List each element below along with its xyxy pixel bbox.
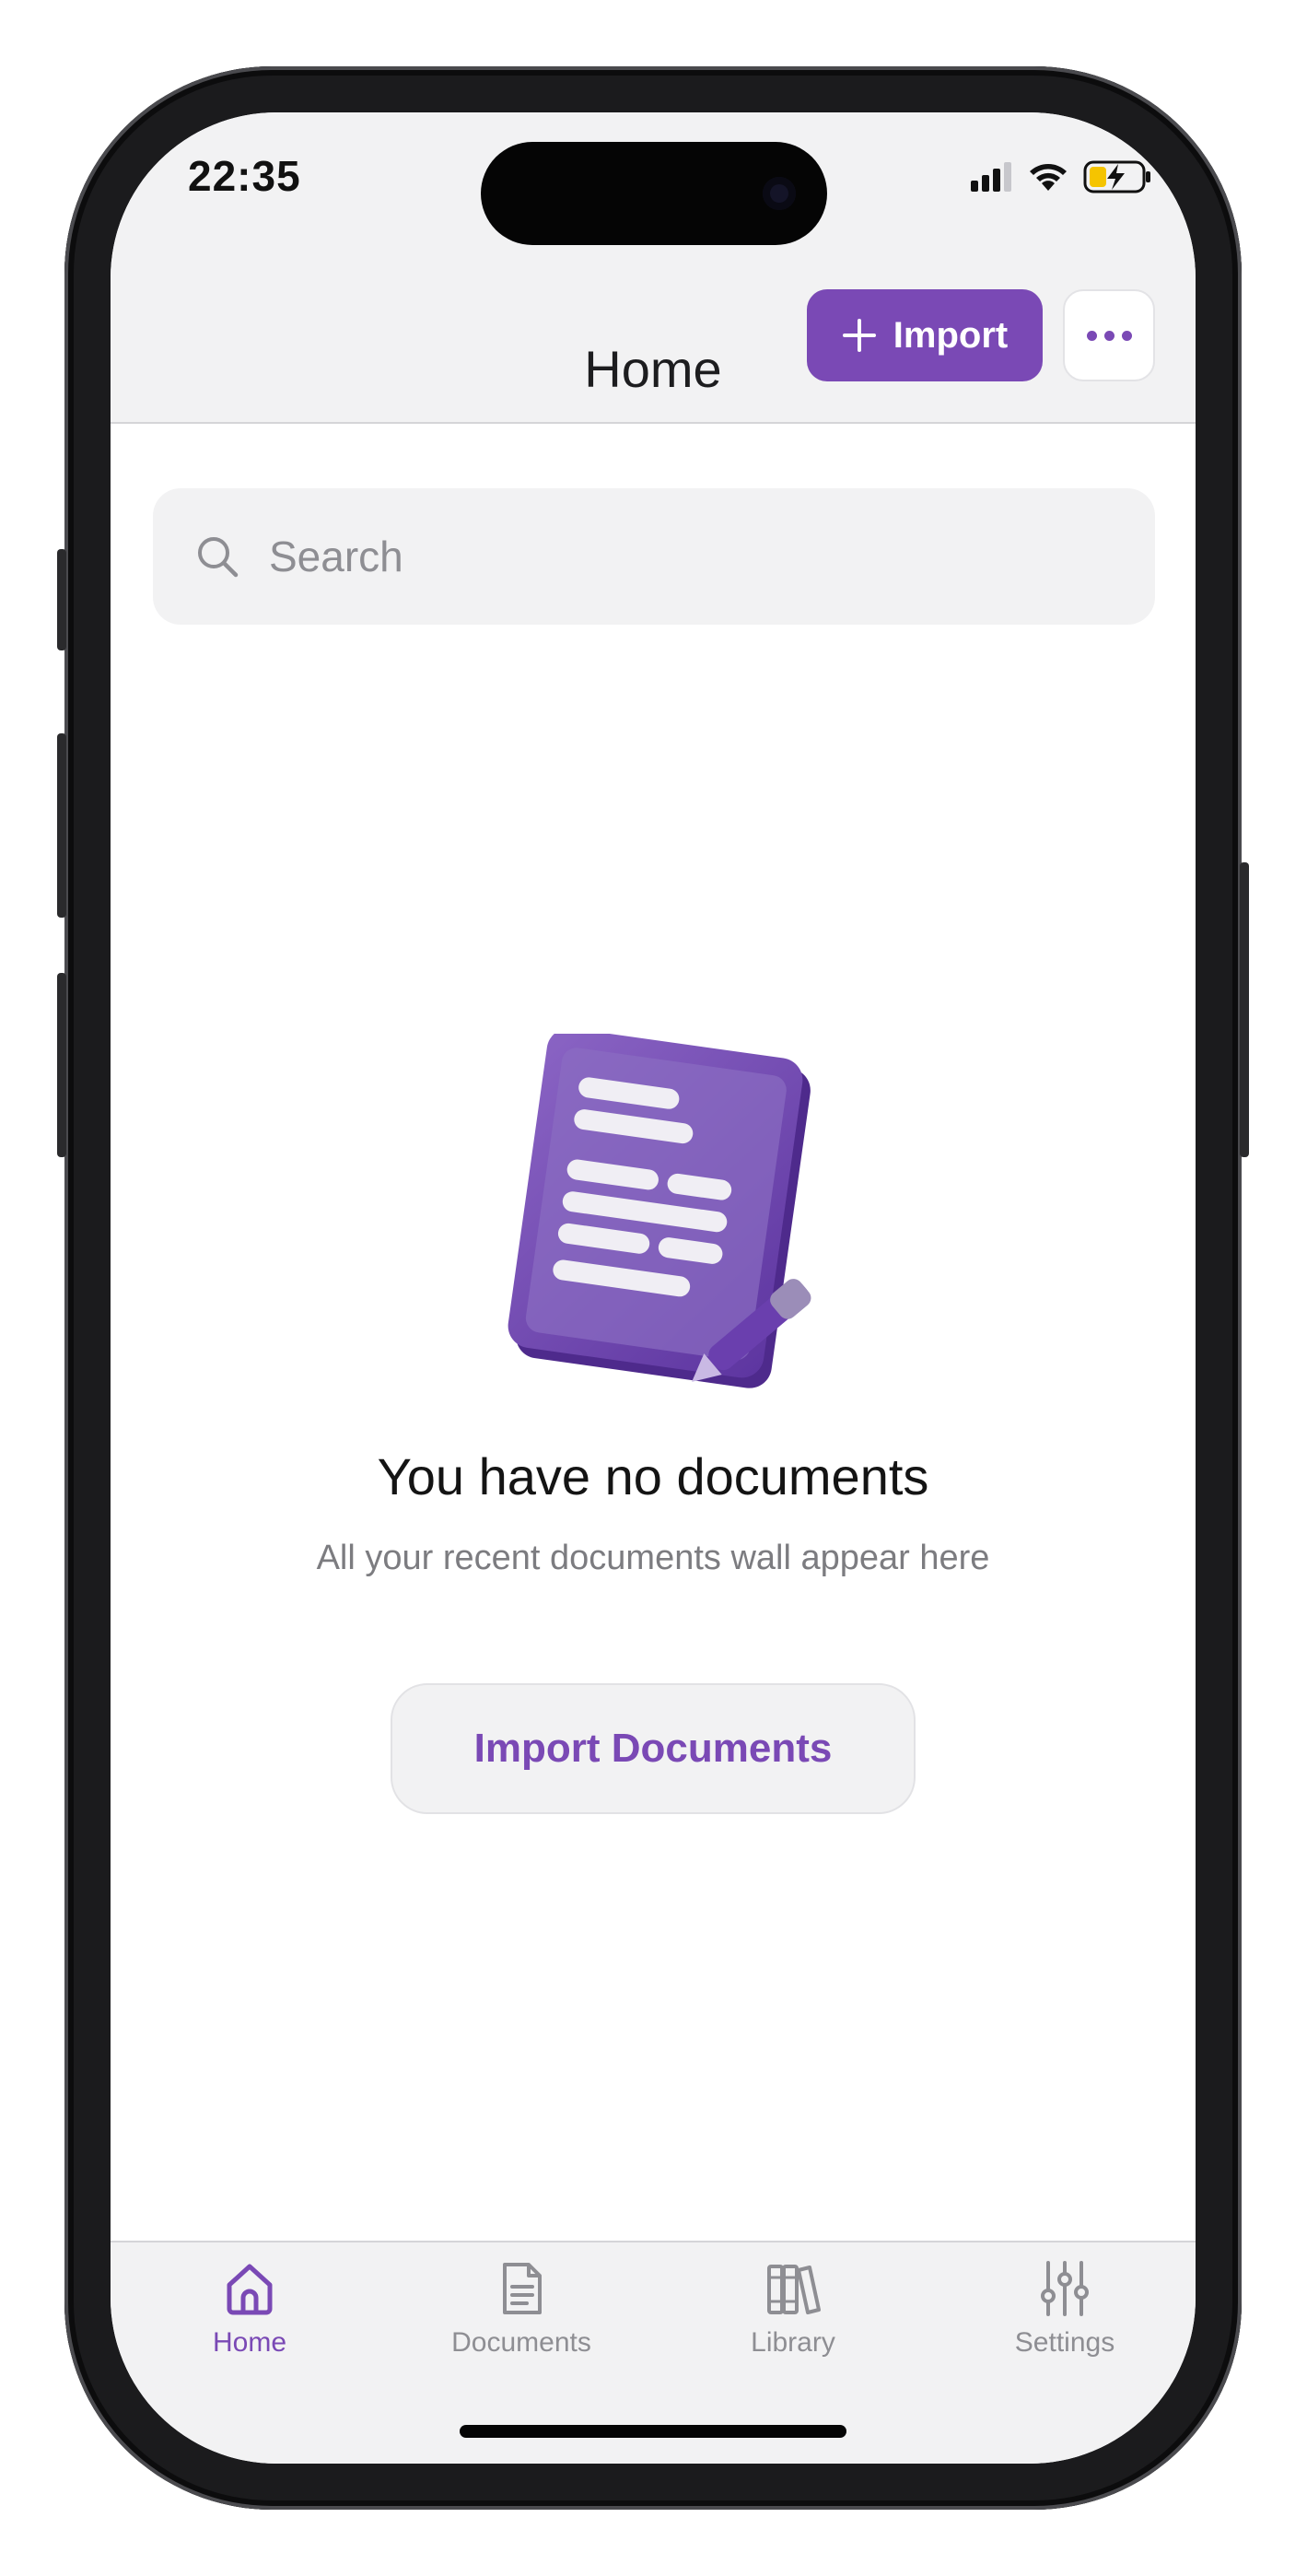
tab-library-label: Library	[751, 2327, 835, 2358]
dynamic-island	[481, 142, 827, 245]
volume-up-button	[57, 733, 66, 918]
search-bar[interactable]	[153, 488, 1155, 625]
wifi-icon	[1030, 164, 1067, 191]
battery-charging-icon	[1083, 160, 1150, 193]
phone-screen: 22:35 Home Import Search You have no doc…	[111, 112, 1196, 2464]
document-illustration-icon	[508, 1034, 811, 1388]
nav-header: Home Import	[111, 289, 1196, 424]
empty-state-subtitle: All your recent documents wall appear he…	[316, 1539, 990, 1577]
more-dot	[1121, 330, 1132, 341]
tab-settings-label: Settings	[1014, 2327, 1115, 2358]
status-icons	[969, 160, 1153, 193]
empty-state-title: You have no documents	[377, 1447, 929, 1505]
library-icon	[767, 2265, 821, 2314]
import-documents-label: Import Documents	[473, 1726, 833, 1771]
volume-down-button	[57, 973, 66, 1157]
more-dots-icon	[1086, 330, 1097, 341]
home-icon	[227, 2264, 273, 2315]
more-dot	[1103, 330, 1114, 341]
tab-documents-label: Documents	[451, 2327, 591, 2358]
import-button-label: Import	[893, 314, 1009, 356]
plus-icon	[842, 319, 876, 352]
search-icon	[195, 534, 239, 579]
status-bar: 22:35	[111, 112, 1196, 315]
tab-settings[interactable]: Settings	[963, 2259, 1166, 2359]
document-icon	[503, 2263, 542, 2314]
front-camera-icon	[763, 177, 796, 210]
import-documents-button[interactable]: Import Documents	[391, 1683, 916, 1814]
sliders-icon	[1041, 2261, 1089, 2316]
tab-home[interactable]: Home	[148, 2259, 351, 2359]
home-indicator[interactable]	[460, 2425, 846, 2438]
tab-home-label: Home	[212, 2327, 287, 2358]
action-button	[57, 549, 66, 650]
search-input[interactable]	[267, 531, 1008, 582]
power-button	[1240, 862, 1249, 1157]
tab-library[interactable]: Library	[692, 2259, 894, 2359]
cellular-signal-icon	[971, 162, 1011, 192]
import-button[interactable]: Import	[807, 289, 1043, 381]
status-time: 22:35	[188, 152, 301, 200]
tab-documents[interactable]: Documents	[420, 2259, 623, 2359]
more-options-button[interactable]	[1063, 289, 1155, 381]
